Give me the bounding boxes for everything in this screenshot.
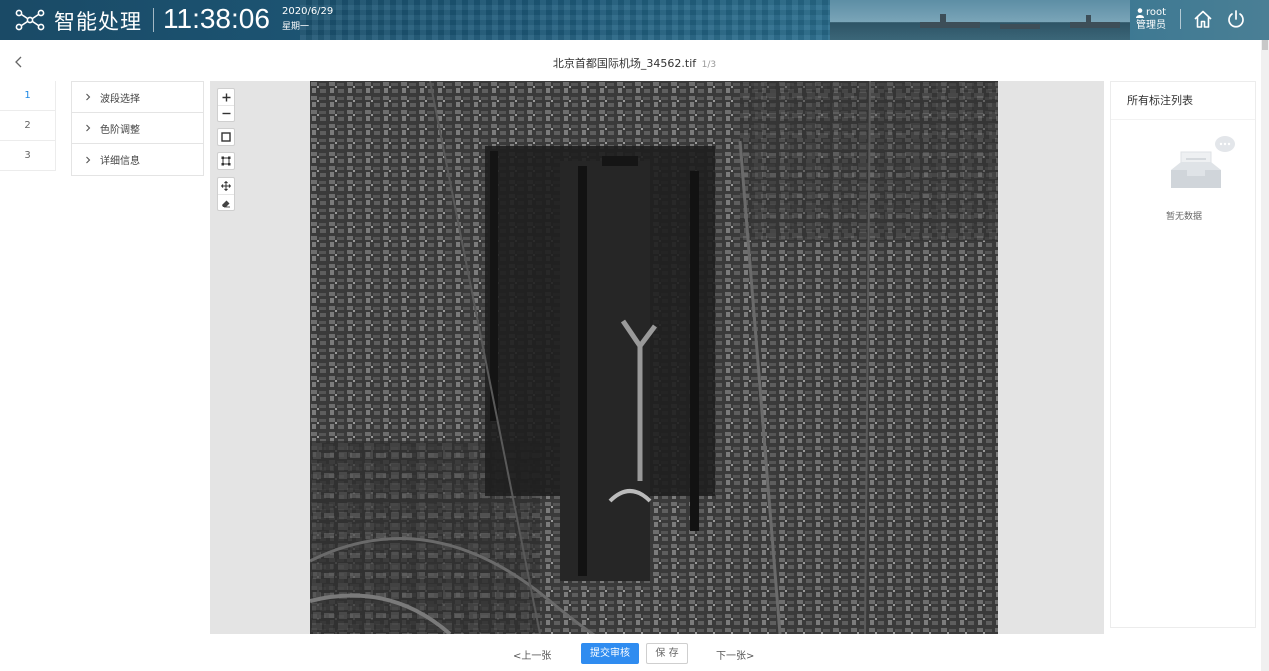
page-item[interactable]: 3 [0,141,56,171]
power-icon[interactable] [1226,9,1246,29]
annotation-list-panel: 所有标注列表 暂无数据 [1110,81,1256,628]
panel-band-selection[interactable]: 波段选择 [72,82,203,113]
zoom-toolbar [217,88,235,122]
zoom-in-icon [222,93,230,101]
header-divider [1180,9,1181,29]
bottom-navigation: <上一张 提交审核 保 存 下一张> [0,640,1269,668]
chevron-right-icon [86,124,91,132]
eraser-button[interactable] [218,194,234,210]
panel-levels-adjust[interactable]: 色阶调整 [72,113,203,144]
image-viewer[interactable] [210,81,1104,634]
clock-weekday: 星期一 [282,22,310,32]
polygon-tool-button[interactable] [218,153,234,169]
page-indicator: 1/3 [701,60,717,70]
rectangle-icon [221,132,231,142]
clock-time: 11:38:06 [163,3,270,34]
file-title: 北京首都国际机场_34562.tif 1/3 [0,55,1269,71]
polygon-tool[interactable] [217,152,235,170]
polygon-icon [221,156,231,166]
page-scrollbar[interactable] [1261,40,1269,671]
user-name: root [1146,7,1167,18]
empty-inbox-icon [1171,136,1235,188]
page-item[interactable]: 2 [0,111,56,141]
home-icon[interactable] [1193,9,1213,29]
panel-label: 色阶调整 [100,124,140,136]
eraser-icon [222,200,230,207]
header-divider [153,8,154,32]
panel-label: 波段选择 [100,93,140,105]
zoom-in-button[interactable] [218,89,234,105]
satellite-image[interactable] [310,81,998,634]
chevron-right-icon [86,93,91,101]
scrollbar-thumb[interactable] [1262,40,1268,50]
app-header: 智能处理 11:38:06 2020/6/29 星期一 root 管理员 [0,0,1269,40]
settings-accordion: 波段选择 色阶调整 详细信息 [71,81,204,176]
clock-date: 2020/6/29 [282,6,334,17]
annotation-list-title: 所有标注列表 [1111,82,1255,120]
pan-button[interactable] [218,178,234,194]
next-image-button[interactable]: 下一张> [716,647,754,662]
user-menu[interactable]: root 管理员 [1136,6,1166,32]
user-role: 管理员 [1136,20,1167,31]
user-icon [1136,7,1144,18]
header-banner-image [830,0,1130,40]
pan-icon [221,181,231,191]
panel-label: 详细信息 [100,156,140,167]
app-title: 智能处理 [54,10,142,34]
rectangle-tool[interactable] [217,128,235,146]
page-item[interactable]: 1 [0,81,56,111]
submit-review-button[interactable]: 提交审核 [581,643,639,664]
edit-toolbar [217,177,235,211]
chevron-right-icon [86,156,91,163]
panel-details[interactable]: 详细信息 [72,144,203,175]
zoom-out-icon [222,112,230,115]
zoom-out-button[interactable] [218,105,234,121]
save-button[interactable]: 保 存 [646,643,688,664]
empty-state-text: 暂无数据 [1165,212,1202,222]
previous-image-button[interactable]: <上一张 [513,647,551,662]
page-list: 1 2 3 [0,81,56,171]
logo-icon [15,9,45,31]
file-name: 北京首都国际机场_34562.tif [552,57,697,70]
rectangle-tool-button[interactable] [218,129,234,145]
